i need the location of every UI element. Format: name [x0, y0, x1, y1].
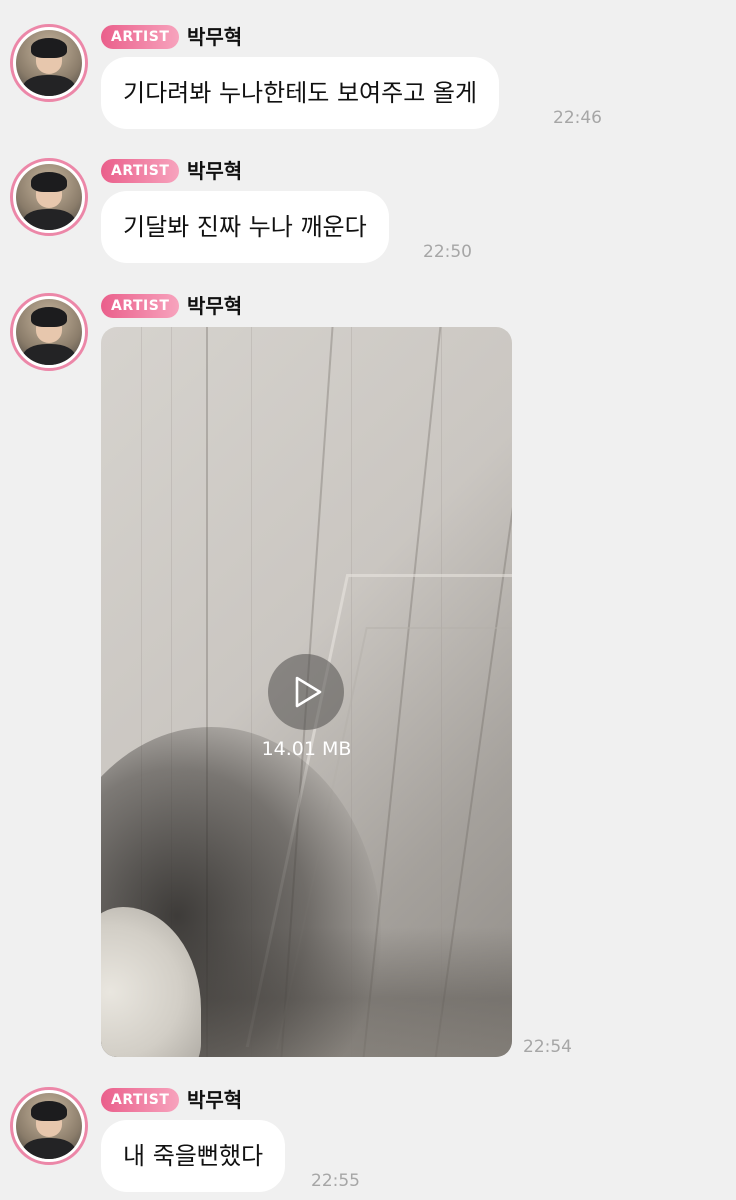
sender-name: 박무혁 [187, 1088, 243, 1112]
avatar-photo [16, 30, 82, 96]
avatar-photo [16, 1093, 82, 1159]
avatar-photo [16, 164, 82, 230]
play-button[interactable] [268, 654, 344, 730]
message-bubble[interactable]: 기달봐 진짜 누나 깨운다 [101, 191, 389, 263]
play-icon [295, 676, 322, 708]
video-file-size: 14.01 MB [261, 738, 352, 760]
sender-name: 박무혁 [187, 294, 243, 318]
artist-badge: ARTIST [101, 25, 180, 49]
video-message[interactable]: 14.01 MB [101, 327, 512, 1057]
sender-name: 박무혁 [187, 25, 243, 49]
message-timestamp: 22:55 [311, 1171, 360, 1191]
message-bubble[interactable]: 기다려봐 누나한테도 보여주고 올게 [101, 57, 500, 129]
message-timestamp: 22:46 [553, 108, 602, 128]
sender-name: 박무혁 [187, 159, 243, 183]
avatar[interactable] [10, 1087, 88, 1165]
avatar[interactable] [10, 24, 88, 102]
artist-badge: ARTIST [101, 294, 180, 318]
message-timestamp: 22:50 [423, 242, 472, 262]
message-bubble[interactable]: 내 죽을뻔했다 [101, 1120, 286, 1192]
avatar[interactable] [10, 293, 88, 371]
avatar-photo [16, 299, 82, 365]
artist-badge: ARTIST [101, 1088, 180, 1112]
artist-badge: ARTIST [101, 159, 180, 183]
message-timestamp: 22:54 [523, 1037, 572, 1057]
avatar[interactable] [10, 158, 88, 236]
